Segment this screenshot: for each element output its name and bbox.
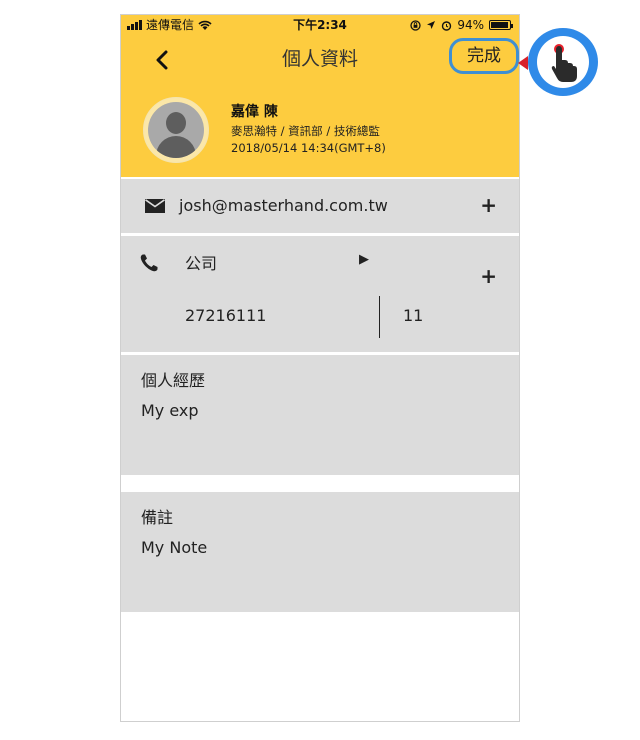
phone-type-label[interactable]: 公司 — [185, 250, 217, 274]
tap-indicator — [518, 28, 598, 96]
email-field[interactable]: josh@masterhand.com.tw — [179, 179, 388, 233]
phone-row: 公司 ▶ + 27216111 11 — [121, 236, 519, 352]
experience-section: 個人經歷 My exp — [121, 355, 519, 475]
note-section: 備註 My Note — [121, 492, 519, 612]
status-right: 94% — [410, 15, 513, 35]
alarm-icon — [442, 20, 452, 31]
note-label: 備註 — [141, 508, 174, 527]
phone-divider — [379, 296, 380, 338]
tap-pointer-arrow — [518, 56, 528, 70]
profile-name: 嘉偉 陳 — [231, 104, 278, 120]
tap-hand-icon — [551, 44, 577, 82]
tap-circle — [528, 28, 598, 96]
experience-label: 個人經歷 — [141, 371, 206, 390]
phone-icon — [140, 254, 158, 272]
email-row: josh@masterhand.com.tw + — [121, 179, 519, 233]
add-email-button[interactable]: + — [480, 193, 497, 217]
note-field[interactable]: My Note — [141, 538, 207, 557]
battery-icon — [489, 20, 513, 30]
phone-type-dropdown-icon[interactable]: ▶ — [359, 252, 369, 267]
location-icon — [427, 21, 436, 29]
phone-number-field[interactable]: 27216111 — [185, 306, 266, 325]
profile-header: 嘉偉 陳 麥思瀚特 / 資訊部 / 技術總監 2018/05/14 14:34(… — [121, 85, 519, 177]
lock-rotation-icon — [410, 19, 421, 31]
profile-timestamp: 2018/05/14 14:34(GMT+8) — [231, 141, 386, 155]
status-bar: 遠傳電信 下午2:34 94% — [121, 15, 519, 35]
phone-screen: 遠傳電信 下午2:34 94% 個人資料 完成 嘉偉 陳 麥思瀚特 / 資訊部 … — [120, 14, 520, 722]
phone-ext-field[interactable]: 11 — [403, 306, 423, 325]
mail-icon — [145, 199, 165, 213]
done-button[interactable]: 完成 — [449, 38, 519, 74]
avatar[interactable] — [143, 97, 209, 163]
profile-title: 麥思瀚特 / 資訊部 / 技術總監 — [231, 124, 380, 138]
add-phone-button[interactable]: + — [480, 264, 497, 288]
battery-fill — [491, 22, 508, 28]
avatar-placeholder-icon — [148, 102, 204, 158]
battery-percent: 94% — [457, 18, 484, 32]
nav-bar: 個人資料 完成 — [121, 35, 519, 85]
experience-field[interactable]: My exp — [141, 401, 199, 420]
